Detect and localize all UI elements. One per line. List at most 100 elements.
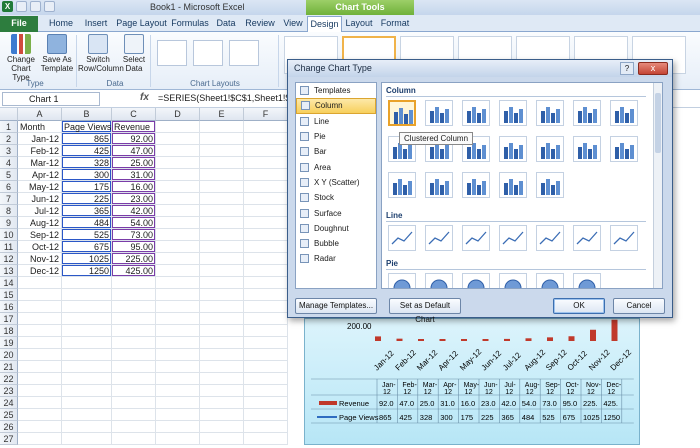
chart-type-item[interactable]: Stock	[296, 190, 376, 205]
cell[interactable]: Mar-12	[18, 157, 62, 169]
cell[interactable]	[200, 169, 244, 181]
line-subtype-thumb[interactable]	[499, 225, 527, 251]
cell[interactable]	[156, 313, 200, 325]
cell[interactable]	[156, 253, 200, 265]
cell[interactable]	[18, 433, 62, 445]
row-header[interactable]: 11	[0, 241, 18, 253]
cell[interactable]: 31.00	[112, 169, 156, 181]
cell[interactable]	[18, 325, 62, 337]
ok-button[interactable]: OK	[553, 298, 605, 314]
revenue-bar[interactable]	[611, 319, 618, 341]
column-subtype-thumb[interactable]	[536, 172, 564, 198]
undo-icon[interactable]	[30, 1, 41, 12]
cell[interactable]: 16.00	[112, 181, 156, 193]
tab-design[interactable]: Design	[307, 16, 342, 32]
row-header[interactable]: 25	[0, 409, 18, 421]
cell[interactable]: Jul-12	[18, 205, 62, 217]
cell[interactable]: 47.00	[112, 145, 156, 157]
revenue-bar[interactable]	[525, 338, 532, 341]
cell[interactable]	[200, 157, 244, 169]
cell[interactable]	[244, 349, 288, 361]
cell[interactable]: 865	[62, 133, 112, 145]
name-box[interactable]: Chart 1	[2, 92, 100, 106]
cell[interactable]	[62, 337, 112, 349]
revenue-bar[interactable]	[418, 339, 424, 341]
cell[interactable]: 425.00	[112, 265, 156, 277]
cell[interactable]	[156, 181, 200, 193]
row-header[interactable]: 15	[0, 289, 18, 301]
cell[interactable]	[112, 325, 156, 337]
row-header[interactable]: 2	[0, 133, 18, 145]
row-header[interactable]: 21	[0, 361, 18, 373]
cell[interactable]	[244, 229, 288, 241]
cell[interactable]	[244, 421, 288, 433]
cell[interactable]	[62, 361, 112, 373]
cell[interactable]	[62, 373, 112, 385]
cell[interactable]: 73.00	[112, 229, 156, 241]
cell[interactable]	[112, 337, 156, 349]
column-header-c[interactable]: C	[112, 108, 156, 121]
cell[interactable]	[244, 193, 288, 205]
cell[interactable]: Month	[18, 121, 62, 133]
cell[interactable]	[200, 325, 244, 337]
tab-view[interactable]: View	[279, 16, 307, 32]
cell[interactable]	[156, 301, 200, 313]
row-header[interactable]: 3	[0, 145, 18, 157]
cell[interactable]	[200, 301, 244, 313]
row-header[interactable]: 7	[0, 193, 18, 205]
line-subtype-thumb[interactable]	[462, 225, 490, 251]
cell[interactable]	[244, 205, 288, 217]
column-subtype-thumb[interactable]	[388, 172, 416, 198]
cell[interactable]	[244, 301, 288, 313]
cell[interactable]	[200, 181, 244, 193]
pie-subtype-thumb[interactable]	[388, 273, 416, 288]
column-subtype-thumb[interactable]	[425, 172, 453, 198]
line-subtype-thumb[interactable]	[610, 225, 638, 251]
row-header[interactable]: 8	[0, 205, 18, 217]
cell[interactable]: 675	[62, 241, 112, 253]
cell[interactable]	[200, 229, 244, 241]
cell[interactable]	[112, 313, 156, 325]
cell[interactable]	[18, 373, 62, 385]
chart-type-item[interactable]: Area	[296, 159, 376, 174]
cell[interactable]	[112, 421, 156, 433]
revenue-bar[interactable]	[547, 337, 553, 341]
cell[interactable]	[200, 145, 244, 157]
cancel-button[interactable]: Cancel	[613, 298, 665, 314]
row-header[interactable]: 13	[0, 265, 18, 277]
cell[interactable]: 54.00	[112, 217, 156, 229]
pie-subtype-thumb[interactable]	[536, 273, 564, 288]
cell[interactable]	[244, 133, 288, 145]
column-subtype-thumb[interactable]	[536, 100, 564, 126]
cell[interactable]	[156, 217, 200, 229]
column-subtype-thumb[interactable]	[536, 136, 564, 162]
fx-icon[interactable]: fx	[140, 92, 149, 103]
cell[interactable]	[244, 241, 288, 253]
chart-type-item[interactable]: Surface	[296, 205, 376, 220]
line-subtype-thumb[interactable]	[536, 225, 564, 251]
switch-row-column-button[interactable]: Switch Row/Column	[78, 34, 124, 73]
cell[interactable]	[200, 433, 244, 445]
chart-type-item[interactable]: Doughnut	[296, 221, 376, 236]
cell[interactable]	[62, 289, 112, 301]
cell[interactable]	[156, 289, 200, 301]
column-subtype-thumb[interactable]	[610, 136, 638, 162]
column-subtype-thumb[interactable]	[573, 136, 601, 162]
cell[interactable]: Apr-12	[18, 169, 62, 181]
cell[interactable]	[62, 277, 112, 289]
cell[interactable]	[156, 193, 200, 205]
save-icon[interactable]	[16, 1, 27, 12]
cell[interactable]: 484	[62, 217, 112, 229]
cell[interactable]	[18, 277, 62, 289]
cell[interactable]: 328	[62, 157, 112, 169]
pie-subtype-thumb[interactable]	[425, 273, 453, 288]
column-subtype-thumb[interactable]	[573, 100, 601, 126]
cell[interactable]	[112, 361, 156, 373]
revenue-bar[interactable]	[590, 329, 596, 341]
chart-layout-3[interactable]	[229, 40, 259, 66]
cell[interactable]	[62, 421, 112, 433]
cell[interactable]: 1025	[62, 253, 112, 265]
cell[interactable]	[112, 433, 156, 445]
revenue-bar[interactable]	[504, 338, 510, 341]
cell[interactable]: Oct-12	[18, 241, 62, 253]
